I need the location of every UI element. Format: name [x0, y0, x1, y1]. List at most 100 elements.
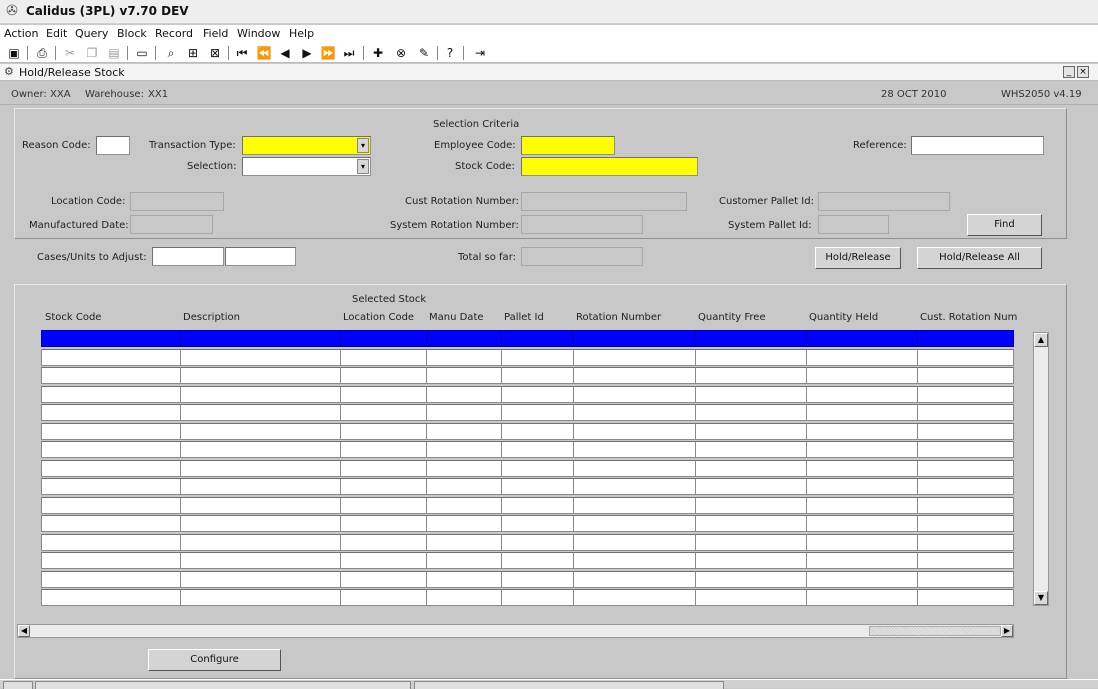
table-cell[interactable]: [573, 423, 696, 440]
table-cell[interactable]: [501, 478, 574, 495]
table-cell[interactable]: [340, 330, 427, 347]
insert-record-icon[interactable]: ✚: [370, 45, 386, 61]
table-cell[interactable]: [806, 552, 918, 569]
table-cell[interactable]: [695, 367, 807, 384]
system-rotation-number-field[interactable]: [521, 215, 643, 234]
table-cell[interactable]: [426, 534, 502, 551]
table-cell[interactable]: [917, 460, 1014, 477]
table-cell[interactable]: [340, 478, 427, 495]
next-record-icon[interactable]: ▶: [299, 45, 315, 61]
table-cell[interactable]: [180, 589, 341, 606]
table-cell[interactable]: [917, 367, 1014, 384]
table-cell[interactable]: [180, 571, 341, 588]
table-cell[interactable]: [573, 571, 696, 588]
menu-help[interactable]: Help: [289, 27, 314, 40]
delete-record-icon[interactable]: ⊗: [393, 45, 409, 61]
table-cell[interactable]: [340, 460, 427, 477]
table-cell[interactable]: [340, 423, 427, 440]
table-cell[interactable]: [41, 330, 181, 347]
table-cell[interactable]: [426, 515, 502, 532]
horizontal-scroll-thumb[interactable]: [869, 626, 1001, 636]
table-cell[interactable]: [917, 589, 1014, 606]
close-button[interactable]: ×: [1077, 66, 1089, 78]
enter-query-icon[interactable]: ⌕: [163, 45, 179, 61]
table-cell[interactable]: [41, 423, 181, 440]
cases-field[interactable]: [152, 247, 224, 266]
units-field[interactable]: [225, 247, 296, 266]
table-cell[interactable]: [41, 515, 181, 532]
table-cell[interactable]: [501, 330, 574, 347]
table-cell[interactable]: [501, 349, 574, 366]
previous-block-icon[interactable]: ⏪: [256, 45, 272, 61]
table-cell[interactable]: [917, 571, 1014, 588]
table-cell[interactable]: [426, 571, 502, 588]
table-cell[interactable]: [426, 404, 502, 421]
minimize-button[interactable]: _: [1063, 66, 1075, 78]
menu-query[interactable]: Query: [75, 27, 108, 40]
table-cell[interactable]: [695, 534, 807, 551]
employee-code-field[interactable]: [521, 136, 615, 155]
table-cell[interactable]: [340, 404, 427, 421]
table-cell[interactable]: [806, 589, 918, 606]
previous-record-icon[interactable]: ◀: [277, 45, 293, 61]
table-cell[interactable]: [573, 552, 696, 569]
table-cell[interactable]: [501, 515, 574, 532]
table-cell[interactable]: [573, 330, 696, 347]
menu-window[interactable]: Window: [237, 27, 280, 40]
menu-field[interactable]: Field: [203, 27, 228, 40]
table-cell[interactable]: [573, 404, 696, 421]
copy-icon[interactable]: ❐: [84, 45, 100, 61]
table-cell[interactable]: [573, 367, 696, 384]
hold-release-button[interactable]: Hold/Release: [815, 247, 901, 269]
table-cell[interactable]: [426, 497, 502, 514]
table-cell[interactable]: [917, 478, 1014, 495]
table-cell[interactable]: [806, 330, 918, 347]
customer-pallet-id-field[interactable]: [818, 192, 950, 211]
table-cell[interactable]: [340, 386, 427, 403]
reason-code-field[interactable]: [96, 136, 130, 155]
table-cell[interactable]: [695, 571, 807, 588]
table-cell[interactable]: [501, 589, 574, 606]
table-cell[interactable]: [41, 478, 181, 495]
table-cell[interactable]: [573, 478, 696, 495]
table-cell[interactable]: [695, 404, 807, 421]
table-cell[interactable]: [41, 552, 181, 569]
table-cell[interactable]: [917, 386, 1014, 403]
table-cell[interactable]: [426, 552, 502, 569]
table-cell[interactable]: [917, 515, 1014, 532]
find-button[interactable]: Find: [967, 214, 1042, 236]
table-cell[interactable]: [573, 460, 696, 477]
transaction-type-select[interactable]: ▾: [242, 136, 371, 155]
cust-rotation-number-field[interactable]: [521, 192, 687, 211]
table-cell[interactable]: [917, 534, 1014, 551]
table-cell[interactable]: [695, 552, 807, 569]
table-cell[interactable]: [501, 552, 574, 569]
table-cell[interactable]: [806, 367, 918, 384]
table-cell[interactable]: [917, 330, 1014, 347]
table-cell[interactable]: [426, 386, 502, 403]
table-cell[interactable]: [340, 497, 427, 514]
table-cell[interactable]: [426, 589, 502, 606]
table-cell[interactable]: [340, 534, 427, 551]
vertical-scrollbar[interactable]: ▲ ▼: [1033, 332, 1049, 606]
table-cell[interactable]: [340, 571, 427, 588]
execute-query-icon[interactable]: ⊞: [185, 45, 201, 61]
table-cell[interactable]: [340, 552, 427, 569]
table-cell[interactable]: [340, 589, 427, 606]
selection-select[interactable]: ▾: [242, 157, 371, 176]
table-cell[interactable]: [695, 349, 807, 366]
table-cell[interactable]: [573, 349, 696, 366]
table-cell[interactable]: [180, 404, 341, 421]
table-cell[interactable]: [180, 460, 341, 477]
cancel-query-icon[interactable]: ⊠: [207, 45, 223, 61]
table-cell[interactable]: [806, 571, 918, 588]
menu-action[interactable]: Action: [4, 27, 38, 40]
table-cell[interactable]: [41, 386, 181, 403]
table-cell[interactable]: [695, 330, 807, 347]
table-cell[interactable]: [501, 423, 574, 440]
table-cell[interactable]: [573, 534, 696, 551]
table-cell[interactable]: [695, 460, 807, 477]
table-cell[interactable]: [180, 330, 341, 347]
table-cell[interactable]: [917, 552, 1014, 569]
table-cell[interactable]: [180, 534, 341, 551]
